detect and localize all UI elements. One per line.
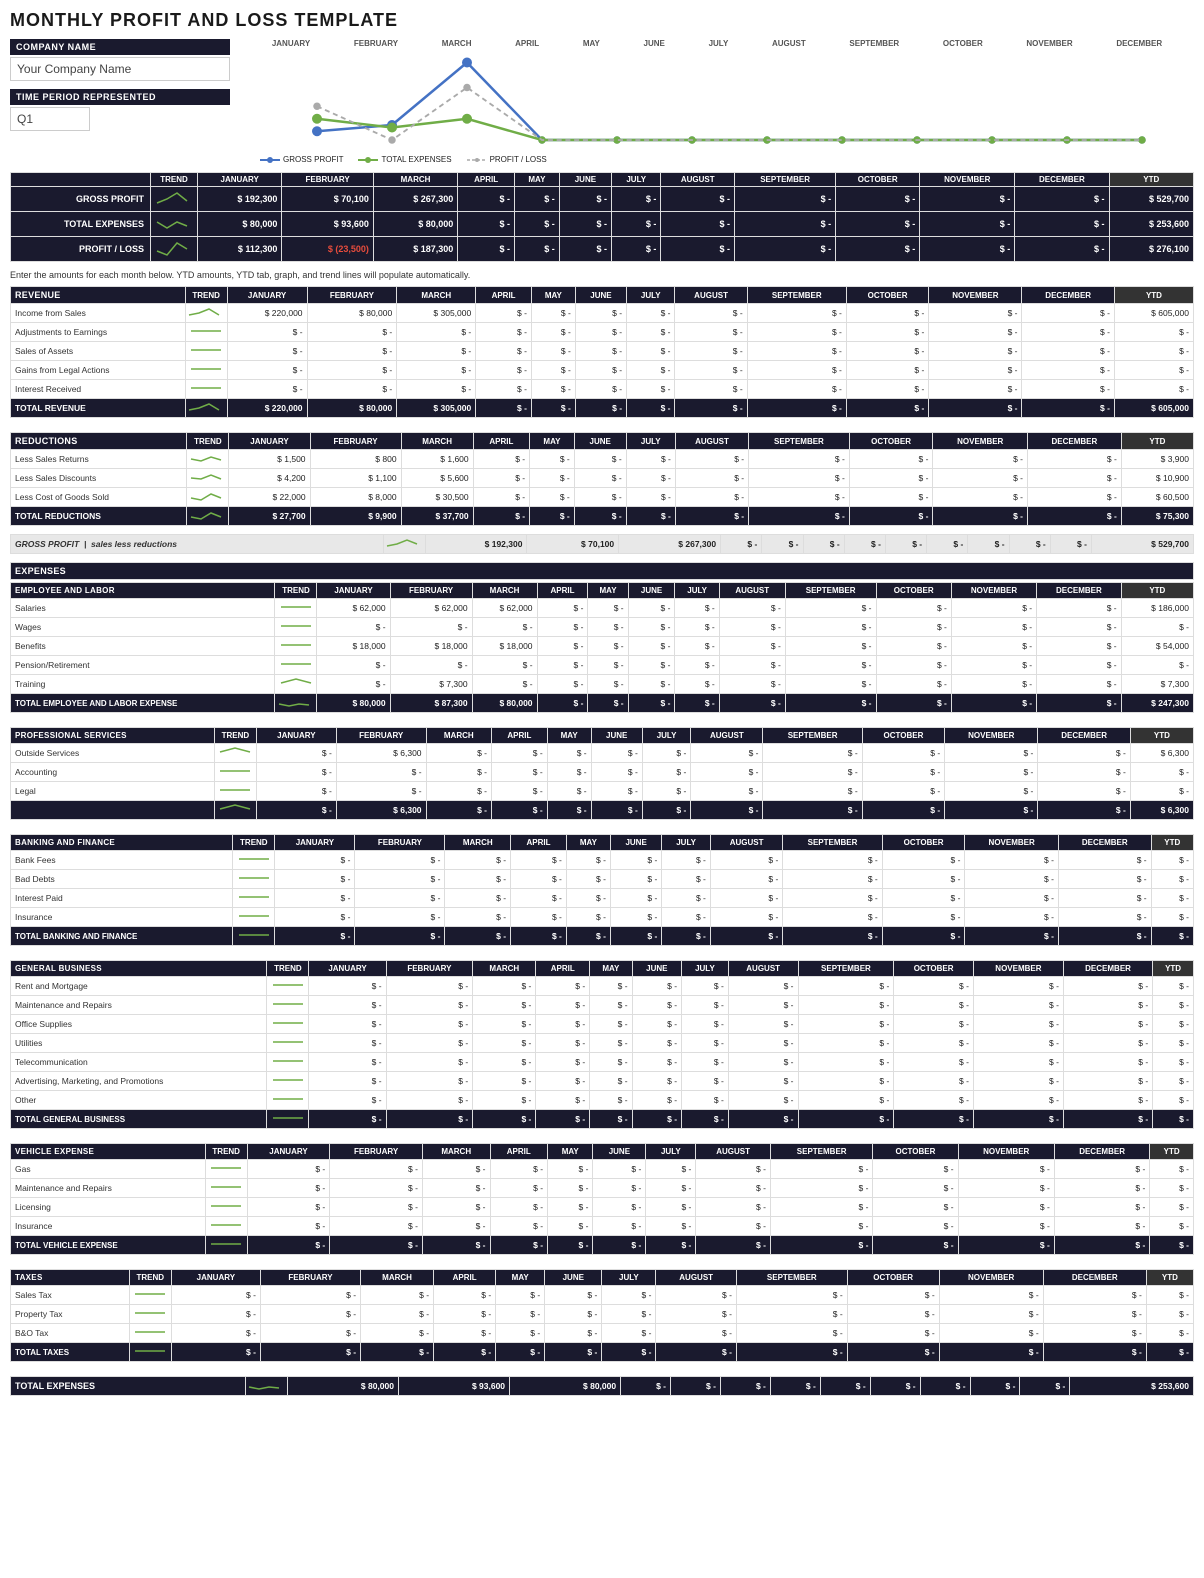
revenue-table: REVENUE TREND JANUARYFEBRUARYMARCHAPRILM…: [10, 286, 1194, 418]
company-name-label: COMPANY NAME: [10, 39, 230, 55]
time-period-input[interactable]: [10, 107, 90, 131]
page-title: MONTHLY PROFIT AND LOSS TEMPLATE: [10, 10, 1194, 31]
table-row: Salaries $ 62,000$ 62,000$ 62,000$ -$ -$…: [11, 599, 1194, 618]
table-row: Property Tax $ -$ -$ -$ -$ -$ -$ -$ -$ -…: [11, 1305, 1194, 1324]
total-general-business-row: TOTAL GENERAL BUSINESS $ -$ -$ -$ -$ -$ …: [11, 1110, 1194, 1129]
table-row: Less Sales Discounts $ 4,200$ 1,100$ 5,6…: [11, 469, 1194, 488]
info-text: Enter the amounts for each month below. …: [10, 270, 1194, 280]
banking-finance-table: BANKING AND FINANCE TREND JANUARYFEBRUAR…: [10, 834, 1194, 946]
table-row: Wages $ -$ -$ -$ -$ -$ -$ -$ -$ -$ -$ -$…: [11, 618, 1194, 637]
total-vehicle-row: TOTAL VEHICLE EXPENSE $ -$ -$ -$ -$ -$ -…: [11, 1236, 1194, 1255]
gross-profit-row-table: GROSS PROFIT | sales less reductions $ 1…: [10, 534, 1194, 554]
summary-profit-loss-row: PROFIT / LOSS $ 112,300$ (23,500)$ 187,3…: [11, 237, 1194, 262]
total-professional-row: $ -$ 6,300$ -$ -$ -$ -$ -$ -$ -$ -$ -$ -…: [11, 801, 1194, 820]
table-row: Adjustments to Earnings $ -$ -$ -$ -$ -$…: [11, 323, 1194, 342]
company-name-input[interactable]: [10, 57, 230, 81]
table-row: Interest Received $ -$ -$ -$ -$ -$ -$ -$…: [11, 380, 1194, 399]
table-row: Outside Services $ -$ 6,300$ -$ -$ -$ -$…: [11, 744, 1194, 763]
total-taxes-row: TOTAL TAXES $ -$ -$ -$ -$ -$ -$ -$ -$ -$…: [11, 1343, 1194, 1362]
general-business-table: GENERAL BUSINESS TREND JANUARYFEBRUARYMA…: [10, 960, 1194, 1129]
table-row: Pension/Retirement $ -$ -$ -$ -$ -$ -$ -…: [11, 656, 1194, 675]
table-row: Utilities $ -$ -$ -$ -$ -$ -$ -$ -$ -$ -…: [11, 1034, 1194, 1053]
expenses-header-table: EXPENSES: [10, 562, 1194, 580]
table-row: Less Sales Returns $ 1,500$ 800$ 1,600$ …: [11, 450, 1194, 469]
time-period-label: TIME PERIOD REPRESENTED: [10, 89, 230, 105]
table-row: Legal $ -$ -$ -$ -$ -$ -$ -$ -$ -$ -$ -$…: [11, 782, 1194, 801]
employee-labor-table: EMPLOYEE AND LABOR TREND JANUARYFEBRUARY…: [10, 582, 1194, 713]
chart-legend: GROSS PROFIT TOTAL EXPENSES PROFIT / LOS…: [240, 155, 1194, 164]
total-employee-labor-row: TOTAL EMPLOYEE AND LABOR EXPENSE $ 80,00…: [11, 694, 1194, 713]
total-revenue-row: TOTAL REVENUE $ 220,000$ 80,000$ 305,000…: [11, 399, 1194, 418]
chart-months: JANUARYFEBRUARYMARCHAPRILMAYJUNEJULYAUGU…: [240, 39, 1194, 48]
table-row: Training $ -$ 7,300$ -$ -$ -$ -$ -$ -$ -…: [11, 675, 1194, 694]
taxes-table: TAXES TREND JANUARYFEBRUARYMARCHAPRILMAY…: [10, 1269, 1194, 1362]
total-expenses-final-table: TOTAL EXPENSES $ 80,000$ 93,600$ 80,000$…: [10, 1376, 1194, 1396]
table-row: Interest Paid $ -$ -$ -$ -$ -$ -$ -$ -$ …: [11, 889, 1194, 908]
table-row: Rent and Mortgage $ -$ -$ -$ -$ -$ -$ -$…: [11, 977, 1194, 996]
table-row: Income from Sales $ 220,000$ 80,000$ 305…: [11, 304, 1194, 323]
table-row: Insurance $ -$ -$ -$ -$ -$ -$ -$ -$ -$ -…: [11, 1217, 1194, 1236]
vehicle-expense-table: VEHICLE EXPENSE TREND JANUARYFEBRUARYMAR…: [10, 1143, 1194, 1255]
table-row: Maintenance and Repairs $ -$ -$ -$ -$ -$…: [11, 996, 1194, 1015]
table-row: Accounting $ -$ -$ -$ -$ -$ -$ -$ -$ -$ …: [11, 763, 1194, 782]
total-expenses-final-row: TOTAL EXPENSES $ 80,000$ 93,600$ 80,000$…: [11, 1377, 1194, 1396]
summary-total-expenses-row: TOTAL EXPENSES $ 80,000$ 93,600$ 80,000 …: [11, 212, 1194, 237]
table-row: Less Cost of Goods Sold $ 22,000$ 8,000$…: [11, 488, 1194, 507]
table-row: Bad Debts $ -$ -$ -$ -$ -$ -$ -$ -$ -$ -…: [11, 870, 1194, 889]
table-row: Office Supplies $ -$ -$ -$ -$ -$ -$ -$ -…: [11, 1015, 1194, 1034]
reductions-table: REDUCTIONS TREND JANUARYFEBRUARYMARCHAPR…: [10, 432, 1194, 526]
table-row: Bank Fees $ -$ -$ -$ -$ -$ -$ -$ -$ -$ -…: [11, 851, 1194, 870]
summary-gross-profit-row: GROSS PROFIT $ 192,300$ 70,100$ 267,300 …: [11, 187, 1194, 212]
table-row: B&O Tax $ -$ -$ -$ -$ -$ -$ -$ -$ -$ -$ …: [11, 1324, 1194, 1343]
table-row: Other $ -$ -$ -$ -$ -$ -$ -$ -$ -$ -$ -$…: [11, 1091, 1194, 1110]
table-row: Sales of Assets $ -$ -$ -$ -$ -$ -$ -$ -…: [11, 342, 1194, 361]
table-row: Benefits $ 18,000$ 18,000$ 18,000$ -$ -$…: [11, 637, 1194, 656]
main-chart: [240, 50, 1194, 150]
table-row: Maintenance and Repairs $ -$ -$ -$ -$ -$…: [11, 1179, 1194, 1198]
gross-profit-standalone-row: GROSS PROFIT | sales less reductions $ 1…: [11, 535, 1194, 554]
table-row: Licensing $ -$ -$ -$ -$ -$ -$ -$ -$ -$ -…: [11, 1198, 1194, 1217]
table-row: Insurance $ -$ -$ -$ -$ -$ -$ -$ -$ -$ -…: [11, 908, 1194, 927]
professional-services-table: PROFESSIONAL SERVICES TREND JANUARYFEBRU…: [10, 727, 1194, 820]
summary-table: TREND JANUARYFEBRUARYMARCHAPRILMAYJUNEJU…: [10, 172, 1194, 262]
table-row: Sales Tax $ -$ -$ -$ -$ -$ -$ -$ -$ -$ -…: [11, 1286, 1194, 1305]
table-row: Advertising, Marketing, and Promotions $…: [11, 1072, 1194, 1091]
total-reductions-row: TOTAL REDUCTIONS $ 27,700$ 9,900$ 37,700…: [11, 507, 1194, 526]
total-banking-row: TOTAL BANKING AND FINANCE $ -$ -$ -$ -$ …: [11, 927, 1194, 946]
table-row: Gains from Legal Actions $ -$ -$ -$ -$ -…: [11, 361, 1194, 380]
table-row: Telecommunication $ -$ -$ -$ -$ -$ -$ -$…: [11, 1053, 1194, 1072]
table-row: Gas $ -$ -$ -$ -$ -$ -$ -$ -$ -$ -$ -$ -…: [11, 1160, 1194, 1179]
